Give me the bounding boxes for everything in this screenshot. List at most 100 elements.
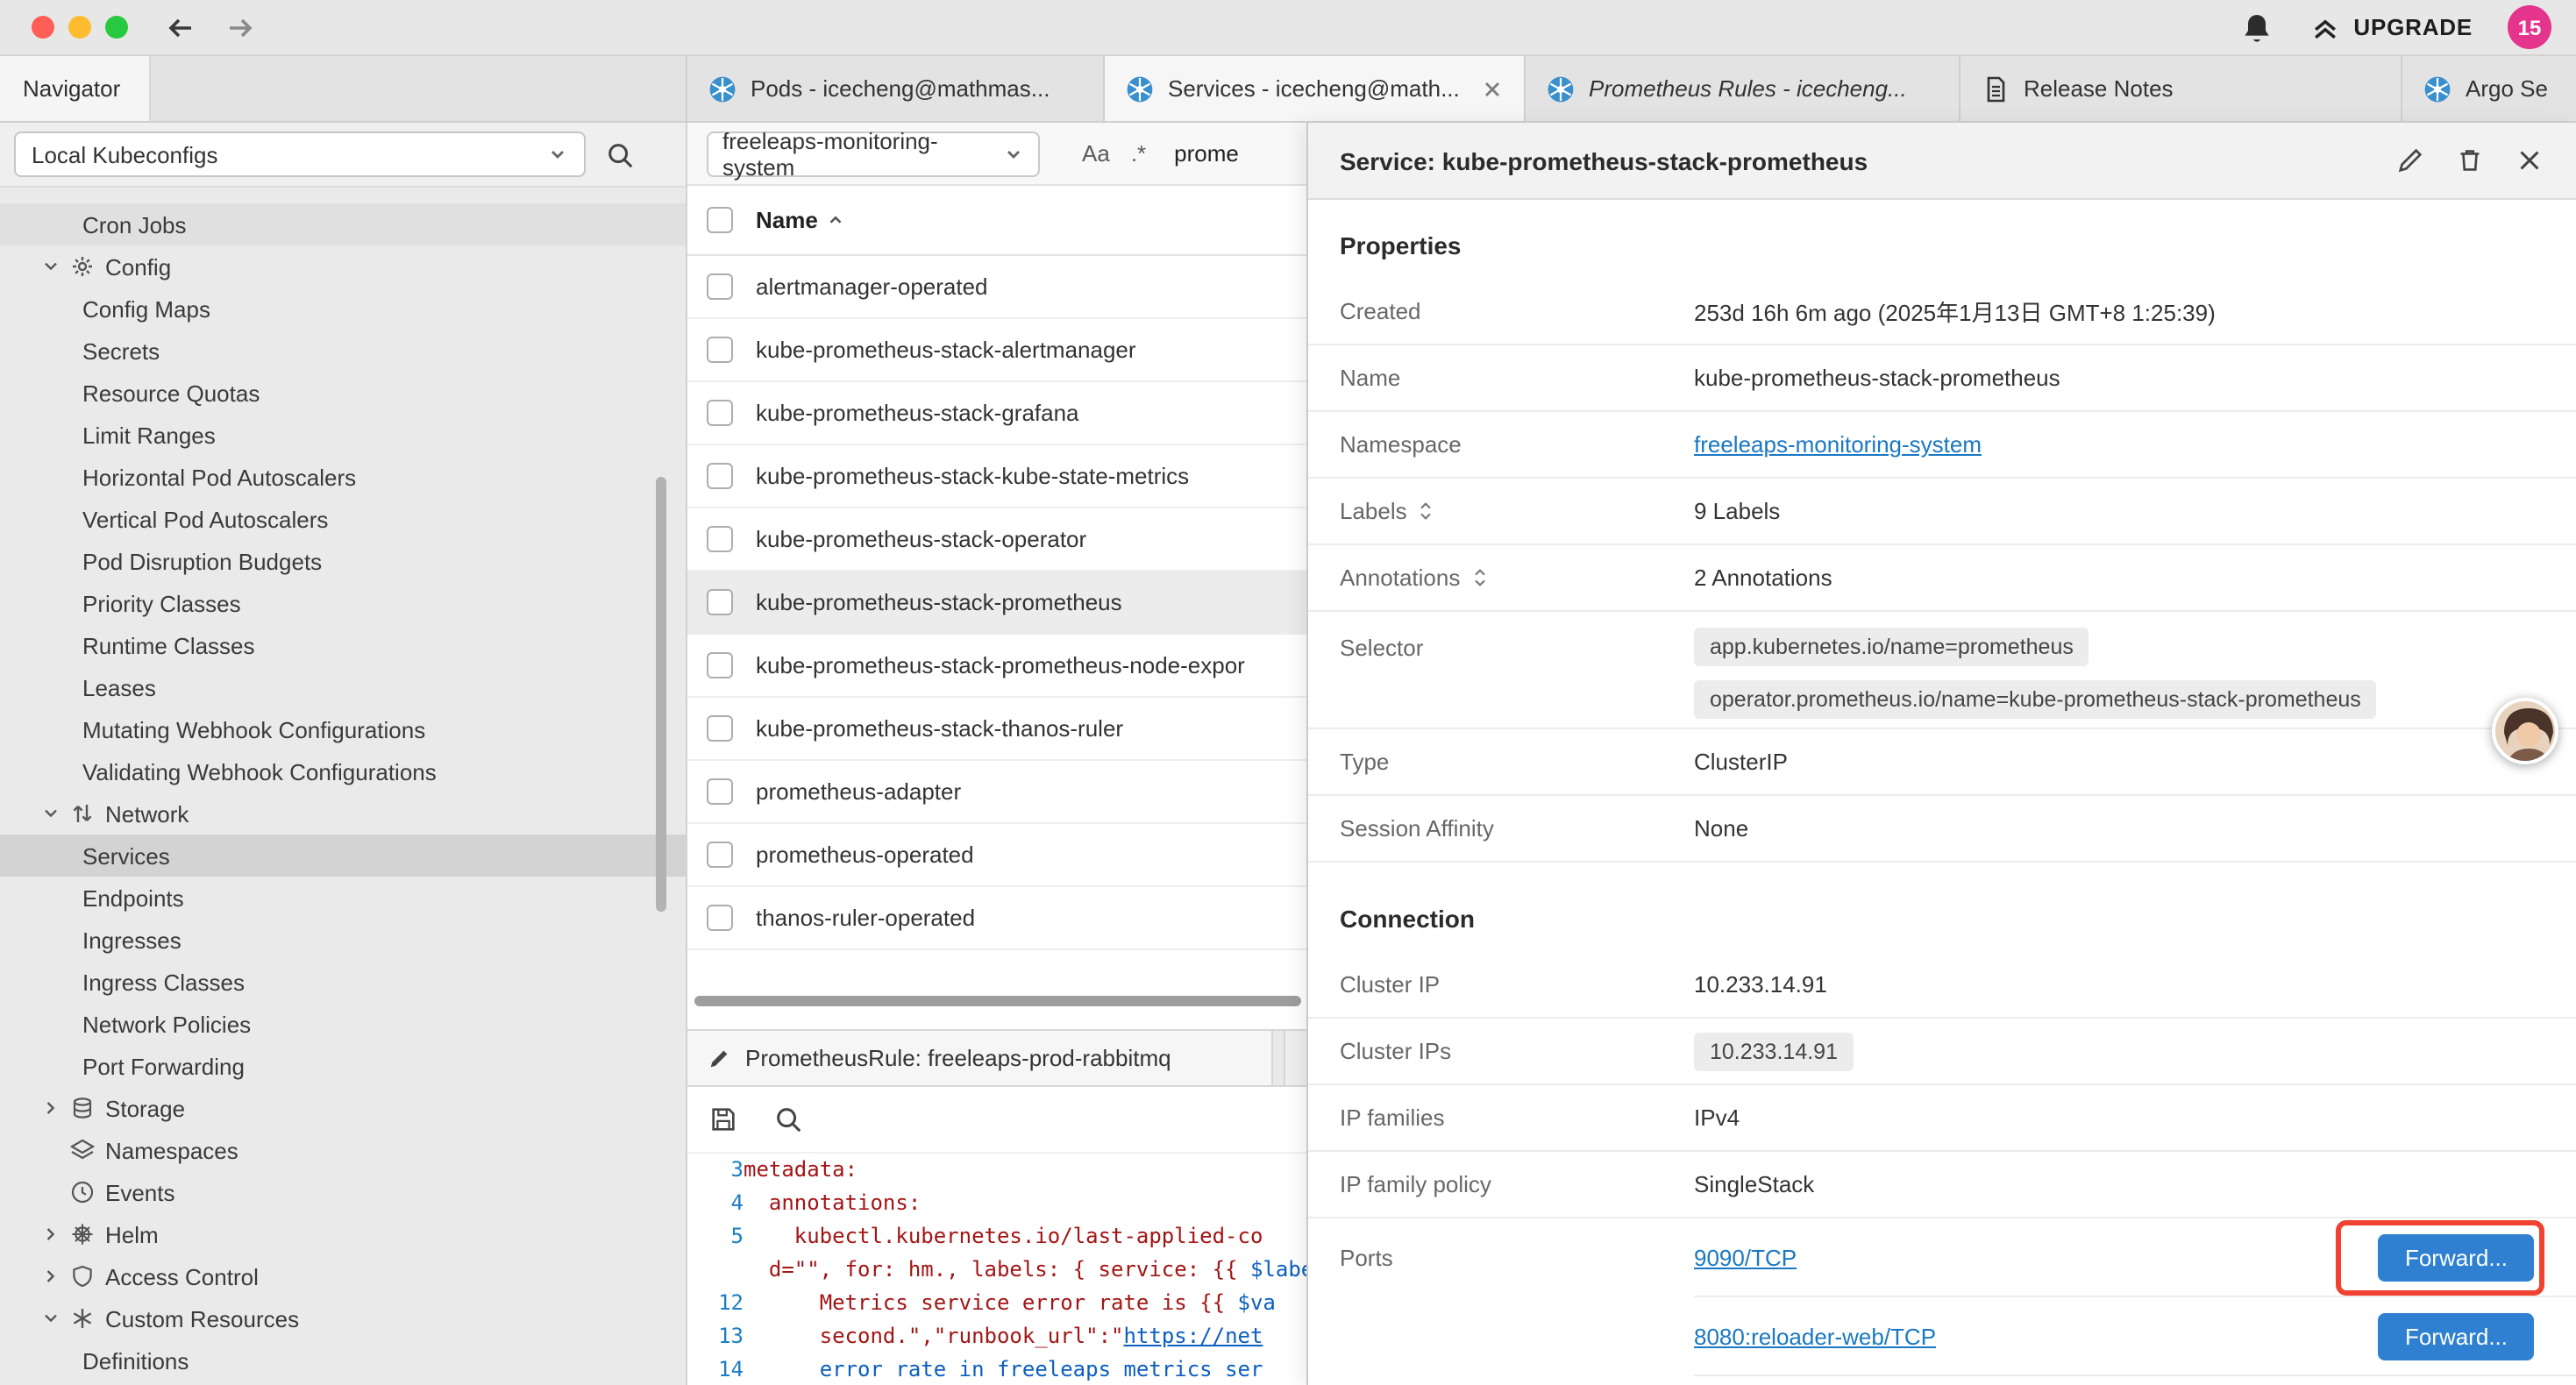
maximize-window-button[interactable] xyxy=(105,16,128,39)
sidebar-item-events[interactable]: Events xyxy=(0,1171,686,1213)
close-tab-icon[interactable] xyxy=(1482,78,1503,99)
sidebar-item-definitions[interactable]: Definitions xyxy=(0,1339,686,1381)
navigator-title: Navigator xyxy=(23,75,120,102)
sidebar-item-config[interactable]: Config xyxy=(0,245,686,288)
chevron-down-icon[interactable] xyxy=(39,254,63,279)
name-column-header[interactable]: Name xyxy=(756,207,846,233)
horizontal-scrollbar[interactable] xyxy=(694,996,1301,1006)
row-checkbox[interactable] xyxy=(707,589,733,615)
regex-toggle[interactable]: .* xyxy=(1131,140,1146,167)
row-checkbox[interactable] xyxy=(707,715,733,742)
type-value: ClusterIP xyxy=(1694,749,1788,775)
row-checkbox[interactable] xyxy=(707,526,733,552)
sidebar-item-network-policies[interactable]: Network Policies xyxy=(0,1003,686,1045)
sidebar-item-runtime-classes[interactable]: Runtime Classes xyxy=(0,624,686,666)
forward-arrow-icon[interactable] xyxy=(223,10,258,45)
sidebar-item-services[interactable]: Services xyxy=(0,835,686,877)
tab-pods[interactable]: Pods - icecheng@mathmas... xyxy=(687,56,1105,121)
row-checkbox[interactable] xyxy=(707,273,733,300)
sidebar-item-pod-disruption-budgets[interactable]: Pod Disruption Budgets xyxy=(0,540,686,582)
delete-trash-icon[interactable] xyxy=(2455,146,2485,175)
sidebar-item-validating-webhook-configurations[interactable]: Validating Webhook Configurations xyxy=(0,750,686,792)
sidebar-item-helm[interactable]: Helm xyxy=(0,1213,686,1255)
sidebar-item-access-control[interactable]: Access Control xyxy=(0,1255,686,1297)
drawer-row-labels: Labels 9 Labels xyxy=(1308,479,2576,545)
yaml-value: error rate in freeleaps metrics ser xyxy=(820,1357,1263,1381)
item-label: Vertical Pod Autoscalers xyxy=(82,506,328,532)
sidebar-item-leases[interactable]: Leases xyxy=(0,666,686,708)
sidebar-item-horizontal-pod-autoscalers[interactable]: Horizontal Pod Autoscalers xyxy=(0,456,686,498)
forward-button[interactable]: Forward... xyxy=(2379,1233,2534,1281)
ports-list: 9090/TCP Forward... 8080:reloader-web/TC… xyxy=(1694,1218,2576,1376)
item-label: Runtime Classes xyxy=(82,632,255,658)
chevron-right-icon[interactable] xyxy=(39,1264,63,1289)
sidebar-item-resource-quotas[interactable]: Resource Quotas xyxy=(0,372,686,414)
sidebar-item-custom-resources[interactable]: Custom Resources xyxy=(0,1297,686,1339)
search-icon[interactable] xyxy=(605,139,635,169)
chevron-down-icon[interactable] xyxy=(39,1306,63,1331)
tab-release-notes[interactable]: Release Notes xyxy=(1960,56,2402,121)
sidebar-item-storage[interactable]: Storage xyxy=(0,1087,686,1129)
edit-pencil-icon[interactable] xyxy=(2395,146,2425,175)
row-checkbox[interactable] xyxy=(707,463,733,489)
service-name: thanos-ruler-operated xyxy=(756,905,975,931)
field-label: Cluster IPs xyxy=(1340,1038,1694,1064)
port-link[interactable]: 8080:reloader-web/TCP xyxy=(1694,1323,1936,1349)
kubeconfig-select[interactable]: Local Kubeconfigs xyxy=(14,131,586,177)
search-input[interactable]: prome xyxy=(1174,140,1239,167)
row-checkbox[interactable] xyxy=(707,842,733,868)
row-checkbox[interactable] xyxy=(707,905,733,931)
upgrade-button[interactable]: UPGRADE xyxy=(2309,11,2473,43)
avatar[interactable] xyxy=(2492,698,2558,764)
sidebar-toolbar: Local Kubeconfigs xyxy=(0,123,686,188)
sidebar-item-config-maps[interactable]: Config Maps xyxy=(0,288,686,330)
search-icon[interactable] xyxy=(773,1104,803,1134)
close-icon[interactable] xyxy=(2515,146,2544,175)
sidebar-item-mutating-webhook-configurations[interactable]: Mutating Webhook Configurations xyxy=(0,708,686,750)
forward-button[interactable]: Forward... xyxy=(2379,1312,2534,1360)
item-label: Leases xyxy=(82,674,156,700)
namespace-link[interactable]: freeleaps-monitoring-system xyxy=(1694,431,1982,458)
namespace-select[interactable]: freeleaps-monitoring-system xyxy=(707,131,1040,176)
row-checkbox[interactable] xyxy=(707,778,733,805)
row-checkbox[interactable] xyxy=(707,652,733,678)
drawer-actions xyxy=(2395,146,2544,175)
tab-services[interactable]: Services - icecheng@math... xyxy=(1105,56,1526,121)
chevron-right-icon[interactable] xyxy=(39,1096,63,1120)
sidebar-item-priority-classes[interactable]: Priority Classes xyxy=(0,582,686,624)
notification-count-badge[interactable]: 15 xyxy=(2508,5,2551,49)
row-checkbox[interactable] xyxy=(707,337,733,363)
sidebar-item-ingresses[interactable]: Ingresses xyxy=(0,919,686,961)
created-value: 253d 16h 6m ago (2025年1月13日 GMT+8 1:25:3… xyxy=(1694,295,2216,328)
back-arrow-icon[interactable] xyxy=(163,10,198,45)
sidebar-item-secrets[interactable]: Secrets xyxy=(0,330,686,372)
sidebar-item-vertical-pod-autoscalers[interactable]: Vertical Pod Autoscalers xyxy=(0,498,686,540)
minimize-window-button[interactable] xyxy=(68,16,91,39)
port-link[interactable]: 9090/TCP xyxy=(1694,1244,1797,1270)
expand-sort-icon[interactable] xyxy=(1418,500,1435,522)
dock-tab-prometheusrule[interactable]: PrometheusRule: freeleaps-prod-rabbitmq xyxy=(687,1031,1273,1085)
navigator-panel-tab[interactable]: Navigator xyxy=(0,56,151,121)
kubeconfig-select-value: Local Kubeconfigs xyxy=(32,141,218,167)
sidebar-item-port-forwarding[interactable]: Port Forwarding xyxy=(0,1045,686,1087)
save-icon[interactable] xyxy=(708,1104,738,1134)
tab-prometheus-rules[interactable]: Prometheus Rules - icecheng... xyxy=(1526,56,1960,121)
select-all-checkbox[interactable] xyxy=(707,207,733,233)
sidebar-scrollbar[interactable] xyxy=(656,477,666,912)
sidebar-item-ingress-classes[interactable]: Ingress Classes xyxy=(0,961,686,1003)
sidebar-item-cron-jobs[interactable]: Cron Jobs xyxy=(0,203,686,245)
sidebar-item-limit-ranges[interactable]: Limit Ranges xyxy=(0,414,686,456)
close-window-button[interactable] xyxy=(32,16,54,39)
chevron-spacer xyxy=(39,1180,63,1204)
expand-sort-icon[interactable] xyxy=(1470,566,1488,589)
row-checkbox[interactable] xyxy=(707,400,733,426)
tab-argo[interactable]: Argo Se xyxy=(2402,56,2576,121)
chevron-right-icon[interactable] xyxy=(39,1222,63,1246)
sidebar-item-namespaces[interactable]: Namespaces xyxy=(0,1129,686,1171)
match-case-toggle[interactable]: Aa xyxy=(1082,140,1110,167)
yaml-string: Metrics service error rate is {{ xyxy=(820,1290,1238,1315)
bell-icon[interactable] xyxy=(2239,10,2274,45)
sidebar-item-network[interactable]: Network xyxy=(0,792,686,835)
sidebar-item-endpoints[interactable]: Endpoints xyxy=(0,877,686,919)
chevron-down-icon[interactable] xyxy=(39,801,63,826)
